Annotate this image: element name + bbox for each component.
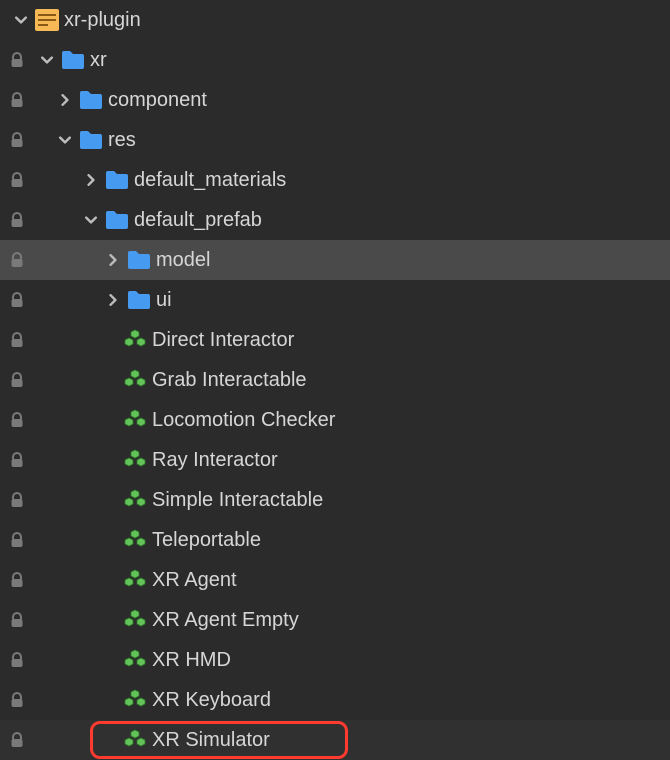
tree-item-ui[interactable]: ui [0, 280, 670, 320]
tree-item-label: XR HMD [152, 649, 231, 672]
chevron-right-icon[interactable] [104, 251, 122, 269]
folder-icon [126, 249, 152, 271]
tree-item-label: default_prefab [134, 209, 262, 232]
tree-item-label: res [108, 129, 136, 152]
tree-item-prefab[interactable]: XR HMD [0, 640, 670, 680]
tree-item-prefab[interactable]: XR Agent [0, 560, 670, 600]
lock-icon [8, 571, 26, 589]
chevron-down-icon[interactable] [82, 211, 100, 229]
tree-item-label: XR Keyboard [152, 689, 271, 712]
tree-item-default-materials[interactable]: default_materials [0, 160, 670, 200]
lock-icon [8, 531, 26, 549]
lock-icon [8, 651, 26, 669]
lock-icon [8, 291, 26, 309]
tree-item-prefab[interactable]: XR Agent Empty [0, 600, 670, 640]
tree-item-prefab[interactable]: Teleportable [0, 520, 670, 560]
tree-item-label: Locomotion Checker [152, 409, 335, 432]
tree-item-prefab[interactable]: XR Keyboard [0, 680, 670, 720]
tree-item-model[interactable]: model [0, 240, 670, 280]
tree-item-label: xr [90, 49, 107, 72]
prefab-icon [122, 488, 148, 512]
chevron-right-icon[interactable] [82, 171, 100, 189]
lock-icon [8, 491, 26, 509]
tree-item-label: Teleportable [152, 529, 261, 552]
prefab-icon [122, 528, 148, 552]
chevron-down-icon[interactable] [56, 131, 74, 149]
tree-item-xr-plugin[interactable]: xr-plugin [0, 0, 670, 40]
lock-icon [8, 451, 26, 469]
tree-item-label: default_materials [134, 169, 286, 192]
tree-item-label: Simple Interactable [152, 489, 323, 512]
folder-icon [126, 289, 152, 311]
lock-icon [8, 211, 26, 229]
tree-item-label: Direct Interactor [152, 329, 294, 352]
folder-icon [104, 169, 130, 191]
tree-item-prefab[interactable]: Locomotion Checker [0, 400, 670, 440]
tree-item-prefab[interactable]: Grab Interactable [0, 360, 670, 400]
prefab-icon [122, 688, 148, 712]
lock-icon [8, 371, 26, 389]
tree-item-xr[interactable]: xr [0, 40, 670, 80]
tree-item-prefab[interactable]: Simple Interactable [0, 480, 670, 520]
lock-icon [8, 251, 26, 269]
tree-item-label: Grab Interactable [152, 369, 307, 392]
prefab-icon [122, 728, 148, 752]
tree-item-label: Ray Interactor [152, 449, 278, 472]
chevron-down-icon[interactable] [12, 11, 30, 29]
tree-item-label: model [156, 249, 210, 272]
folder-icon [78, 129, 104, 151]
prefab-icon [122, 368, 148, 392]
folder-icon [78, 89, 104, 111]
folder-icon [104, 209, 130, 231]
plugin-icon [34, 8, 60, 32]
lock-icon [8, 411, 26, 429]
tree-item-label: component [108, 89, 207, 112]
tree-item-label: XR Agent Empty [152, 609, 299, 632]
tree-item-component[interactable]: component [0, 80, 670, 120]
lock-icon [8, 331, 26, 349]
tree-item-label: ui [156, 289, 172, 312]
chevron-down-icon[interactable] [38, 51, 56, 69]
lock-icon [8, 731, 26, 749]
lock-icon [8, 91, 26, 109]
prefab-icon [122, 648, 148, 672]
tree-item-label: xr-plugin [64, 9, 141, 32]
lock-icon [8, 171, 26, 189]
lock-icon [8, 51, 26, 69]
tree-item-xr-simulator[interactable]: XR Simulator [0, 720, 670, 760]
folder-icon [60, 49, 86, 71]
tree-item-label: XR Agent [152, 569, 237, 592]
prefab-icon [122, 568, 148, 592]
tree-item-res[interactable]: res [0, 120, 670, 160]
lock-icon [8, 691, 26, 709]
tree-item-prefab[interactable]: Ray Interactor [0, 440, 670, 480]
tree-item-prefab[interactable]: Direct Interactor [0, 320, 670, 360]
prefab-icon [122, 328, 148, 352]
tree-item-default-prefab[interactable]: default_prefab [0, 200, 670, 240]
chevron-right-icon[interactable] [56, 91, 74, 109]
lock-icon [8, 131, 26, 149]
prefab-icon [122, 608, 148, 632]
prefab-icon [122, 408, 148, 432]
prefab-icon [122, 448, 148, 472]
tree-item-label: XR Simulator [152, 729, 270, 752]
lock-icon [8, 611, 26, 629]
chevron-right-icon[interactable] [104, 291, 122, 309]
